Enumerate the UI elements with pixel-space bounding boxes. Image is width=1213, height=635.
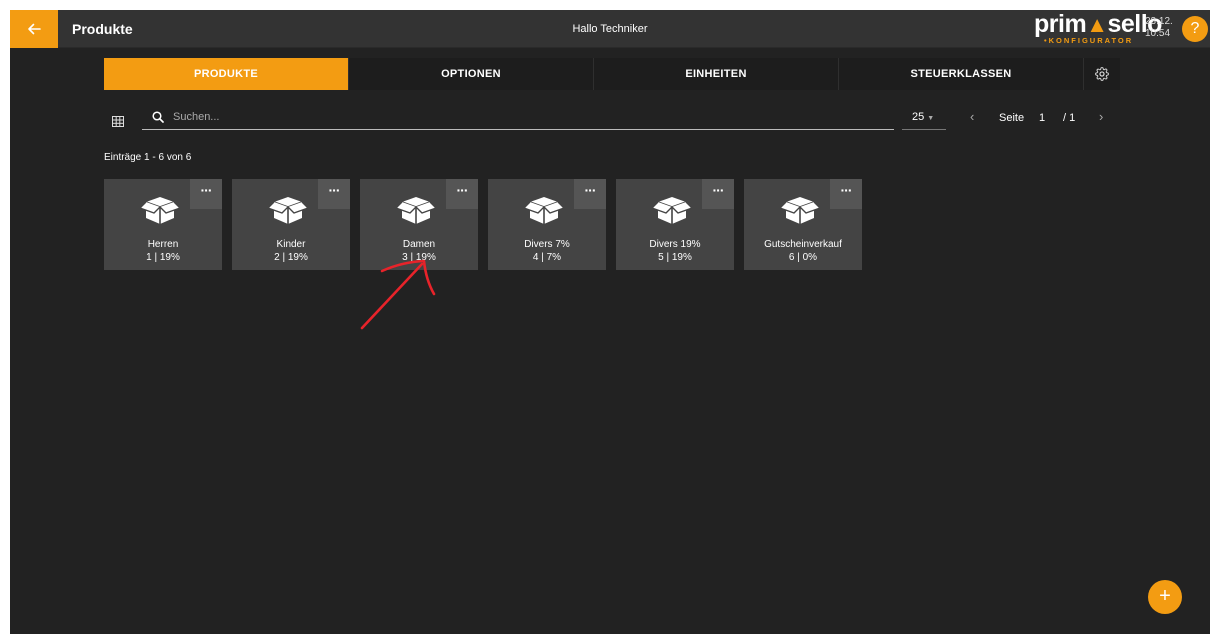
- tab-einheiten[interactable]: EINHEITEN: [594, 58, 839, 90]
- page-total: / 1: [1063, 112, 1076, 124]
- top-bar: Produkte Hallo Techniker prim▲sello •KON…: [10, 10, 1210, 48]
- tile-name: Divers 19%: [649, 239, 701, 250]
- tile-name: Kinder: [276, 239, 306, 250]
- tab-optionen[interactable]: OPTIONEN: [349, 58, 594, 90]
- chevron-left-icon: ‹: [970, 109, 975, 124]
- tile-name: Herren: [147, 239, 179, 250]
- tile-name: Divers 7%: [524, 239, 570, 250]
- page-label: Seite: [999, 112, 1025, 124]
- tab-bar: PRODUKTE OPTIONEN EINHEITEN STEUERKLASSE…: [104, 58, 1120, 90]
- clock: 23.12. 10:54: [1145, 16, 1173, 40]
- greeting-text: Hallo Techniker: [572, 23, 648, 35]
- help-button[interactable]: ?: [1182, 16, 1208, 42]
- per-page-select[interactable]: 25 ▼: [912, 111, 934, 123]
- tile-menu-button[interactable]: ···: [702, 179, 734, 209]
- tile-details: 6 | 0%: [788, 252, 818, 263]
- next-page-button[interactable]: ›: [1099, 109, 1103, 124]
- box-icon: [523, 191, 565, 227]
- arrow-left-icon: [28, 23, 41, 35]
- box-icon: [651, 191, 693, 227]
- tile-menu-button[interactable]: ···: [318, 179, 350, 209]
- search-input[interactable]: [173, 106, 893, 128]
- tile-menu-button[interactable]: ···: [830, 179, 862, 209]
- product-tile-gutscheinverkauf[interactable]: ··· Gutscheinverkauf 6 | 0%: [744, 179, 862, 270]
- red-arrow-icon: [360, 259, 436, 330]
- box-icon: [267, 191, 309, 227]
- per-page-value: 25: [912, 111, 925, 123]
- grid-view-icon: [112, 116, 124, 127]
- tile-details: 4 | 7%: [532, 252, 562, 263]
- product-tile-divers-7[interactable]: ··· Divers 7% 4 | 7%: [488, 179, 606, 270]
- tab-settings-button[interactable]: [1084, 58, 1120, 90]
- entries-info: Einträge 1 - 6 von 6: [104, 152, 192, 163]
- tile-name: Gutscheinverkauf: [764, 239, 842, 250]
- prev-page-button[interactable]: ‹: [970, 109, 974, 124]
- tile-details: 2 | 19%: [274, 252, 308, 263]
- tile-details: 5 | 19%: [658, 252, 692, 263]
- grid-view-button[interactable]: [112, 114, 124, 132]
- tab-produkte[interactable]: PRODUKTE: [104, 58, 349, 90]
- tile-name: Damen: [402, 239, 436, 250]
- app-window: Produkte Hallo Techniker prim▲sello •KON…: [10, 10, 1210, 634]
- clock-date: 23.12.: [1145, 16, 1173, 27]
- product-tile-herren[interactable]: ··· Herren 1 | 19%: [104, 179, 222, 270]
- tile-menu-button[interactable]: ···: [190, 179, 222, 209]
- logo-triangle-icon: ▲: [1086, 12, 1108, 37]
- box-icon: [395, 191, 437, 227]
- product-tile-divers-19[interactable]: ··· Divers 19% 5 | 19%: [616, 179, 734, 270]
- logo-wordmark: prim▲sello: [1034, 10, 1162, 38]
- gear-icon: [1095, 67, 1109, 81]
- search-underline: [142, 129, 894, 130]
- tile-menu-button[interactable]: ···: [574, 179, 606, 209]
- back-button[interactable]: [10, 10, 58, 48]
- clock-time: 10:54: [1145, 28, 1171, 39]
- tab-steuerklassen[interactable]: STEUERKLASSEN: [839, 58, 1084, 90]
- chevron-right-icon: ›: [1099, 109, 1104, 124]
- tile-details: 1 | 19%: [146, 252, 180, 263]
- add-button[interactable]: +: [1148, 580, 1182, 614]
- page-title: Produkte: [72, 21, 133, 37]
- search-icon: [152, 110, 164, 128]
- logo-subtitle: •KONFIGURATOR: [1044, 36, 1134, 45]
- product-tile-kinder[interactable]: ··· Kinder 2 | 19%: [232, 179, 350, 270]
- page-current: 1: [1039, 112, 1046, 124]
- caret-down-icon: ▼: [927, 115, 935, 122]
- box-icon: [779, 191, 821, 227]
- per-page-underline: [902, 129, 946, 130]
- tile-menu-button[interactable]: ···: [446, 179, 478, 209]
- box-icon: [139, 191, 181, 227]
